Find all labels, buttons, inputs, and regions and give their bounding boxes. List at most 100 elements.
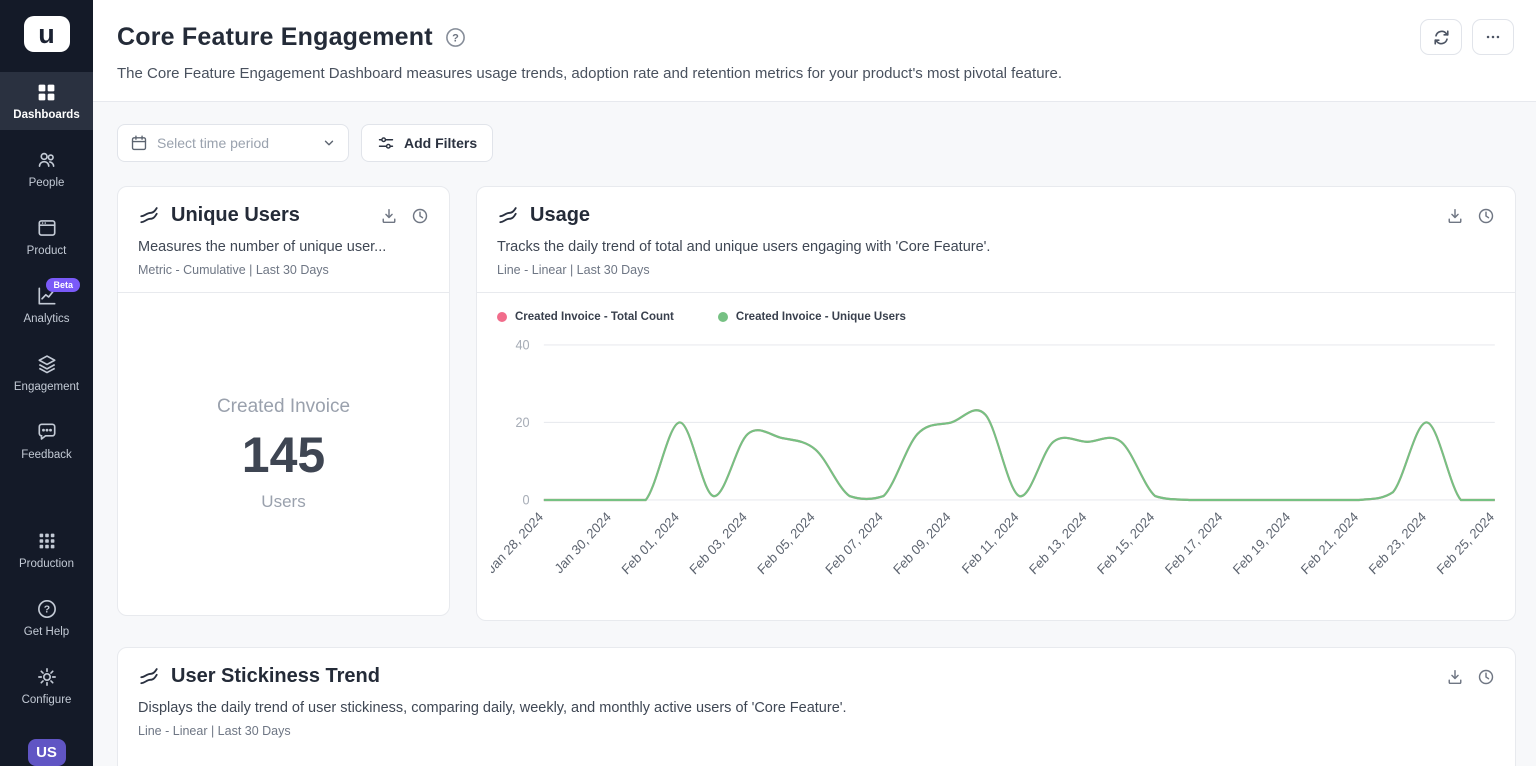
engagement-icon	[36, 352, 58, 376]
card-description: Tracks the daily trend of total and uniq…	[497, 239, 1495, 255]
svg-text:Feb 03, 2024: Feb 03, 2024	[687, 509, 750, 578]
sidebar-item-people[interactable]: People	[0, 140, 93, 198]
waves-chart-icon	[497, 205, 519, 227]
question-circle-icon: ?	[36, 597, 58, 621]
chart-legend: Created Invoice - Total Count Created In…	[491, 303, 1507, 325]
production-grid-icon	[37, 529, 57, 553]
svg-text:Feb 05, 2024: Feb 05, 2024	[755, 509, 818, 578]
legend-dot	[718, 312, 728, 322]
metric-value: 145	[242, 426, 325, 484]
card-description: Measures the number of unique user...	[138, 239, 429, 255]
sidebar-item-dashboards[interactable]: Dashboards	[0, 72, 93, 130]
card-title: Usage	[530, 204, 590, 227]
beta-badge: Beta	[46, 278, 80, 292]
svg-text:Feb 15, 2024: Feb 15, 2024	[1094, 509, 1157, 578]
download-icon[interactable]	[1446, 668, 1464, 686]
clock-icon[interactable]	[1477, 668, 1495, 686]
page-header: Core Feature Engagement ? The Core Featu…	[93, 0, 1536, 102]
filter-sliders-icon	[377, 134, 395, 152]
sidebar-item-label: People	[29, 177, 65, 189]
help-icon[interactable]: ?	[445, 27, 466, 48]
cards-row: Unique Users Measures the number of uni	[117, 186, 1516, 621]
download-icon[interactable]	[1446, 207, 1464, 225]
download-icon[interactable]	[380, 207, 398, 225]
sidebar-item-label: Get Help	[24, 626, 69, 638]
svg-text:Jan 30, 2024: Jan 30, 2024	[552, 509, 614, 577]
card-meta: Line - Linear | Last 30 Days	[138, 724, 1495, 738]
card-title: User Stickiness Trend	[171, 665, 380, 688]
gear-icon	[36, 665, 58, 689]
svg-text:Feb 19, 2024: Feb 19, 2024	[1230, 509, 1293, 578]
time-period-placeholder: Select time period	[157, 135, 269, 151]
sidebar-item-label: Analytics	[23, 313, 69, 325]
metric-box: Created Invoice 145 Users	[118, 293, 449, 615]
sidebar-item-label: Dashboards	[13, 109, 79, 121]
sidebar-item-label: Feedback	[21, 449, 72, 461]
svg-text:Feb 01, 2024: Feb 01, 2024	[619, 509, 682, 578]
svg-text:Feb 21, 2024: Feb 21, 2024	[1298, 509, 1361, 578]
svg-text:?: ?	[43, 605, 49, 616]
sidebar-item-get-help[interactable]: ? Get Help	[0, 589, 93, 647]
sidebar-item-configure[interactable]: Configure	[0, 657, 93, 715]
svg-text:Feb 11, 2024: Feb 11, 2024	[959, 509, 1021, 577]
svg-text:0: 0	[523, 492, 530, 508]
sidebar-item-label: Production	[19, 558, 74, 570]
sidebar-item-label: Product	[27, 245, 67, 257]
userpilot-logo[interactable]: u	[24, 16, 70, 52]
page-title: Core Feature Engagement	[117, 23, 433, 52]
unique-users-card: Unique Users Measures the number of uni	[117, 186, 450, 616]
people-icon	[36, 148, 58, 172]
clock-icon[interactable]	[1477, 207, 1495, 225]
sidebar-item-label: Configure	[22, 694, 72, 706]
app-root: u Dashboards People Product Beta Analyt	[0, 0, 1536, 766]
card-title: Unique Users	[171, 204, 300, 227]
dashboards-icon	[36, 80, 57, 104]
sidebar-item-analytics[interactable]: Beta Analytics	[0, 276, 93, 334]
calendar-icon	[130, 134, 148, 152]
svg-text:Feb 25, 2024: Feb 25, 2024	[1434, 509, 1497, 578]
svg-text:?: ?	[452, 32, 459, 44]
filter-toolbar: Select time period Add Filters	[117, 124, 1516, 162]
card-meta: Line - Linear | Last 30 Days	[497, 263, 1495, 277]
user-avatar[interactable]: US	[28, 739, 66, 766]
page-subtitle: The Core Feature Engagement Dashboard me…	[117, 65, 1514, 82]
legend-item-unique-users[interactable]: Created Invoice - Unique Users	[718, 311, 906, 323]
svg-text:40: 40	[515, 337, 529, 353]
product-icon	[36, 216, 58, 240]
waves-chart-icon	[138, 205, 160, 227]
sidebar-item-feedback[interactable]: Feedback	[0, 412, 93, 470]
card-description: Displays the daily trend of user stickin…	[138, 700, 1495, 716]
add-filters-label: Add Filters	[404, 135, 477, 151]
svg-text:20: 20	[515, 414, 529, 430]
more-options-button[interactable]	[1472, 19, 1514, 55]
svg-text:Jan 28, 2024: Jan 28, 2024	[491, 509, 546, 577]
main-area: Core Feature Engagement ? The Core Featu…	[93, 0, 1536, 766]
sidebar-item-production[interactable]: Production	[0, 521, 93, 579]
waves-chart-icon	[138, 666, 160, 688]
svg-text:Feb 09, 2024: Feb 09, 2024	[890, 509, 953, 578]
legend-item-total-count[interactable]: Created Invoice - Total Count	[497, 311, 674, 323]
card-meta: Metric - Cumulative | Last 30 Days	[138, 263, 429, 277]
time-period-select[interactable]: Select time period	[117, 124, 349, 162]
sidebar: u Dashboards People Product Beta Analyt	[0, 0, 93, 766]
legend-label: Created Invoice - Unique Users	[736, 311, 906, 323]
user-stickiness-card: User Stickiness Trend Displays the daily…	[117, 647, 1516, 766]
svg-text:Feb 23, 2024: Feb 23, 2024	[1366, 509, 1429, 578]
svg-text:Feb 13, 2024: Feb 13, 2024	[1026, 509, 1089, 578]
add-filters-button[interactable]: Add Filters	[361, 124, 493, 162]
svg-text:Feb 17, 2024: Feb 17, 2024	[1162, 509, 1225, 578]
feedback-icon	[36, 420, 58, 444]
usage-chart: Created Invoice - Total Count Created In…	[477, 293, 1515, 620]
sidebar-item-product[interactable]: Product	[0, 208, 93, 266]
legend-dot	[497, 312, 507, 322]
usage-line-chart: 0 20 40 Jan 28, 2024Jan 30, 2024Feb 01, 202…	[491, 325, 1507, 593]
sidebar-item-label: Engagement	[14, 381, 79, 393]
clock-icon[interactable]	[411, 207, 429, 225]
refresh-button[interactable]	[1420, 19, 1462, 55]
sidebar-item-engagement[interactable]: Engagement	[0, 344, 93, 402]
legend-label: Created Invoice - Total Count	[515, 311, 674, 323]
chevron-down-icon	[322, 136, 336, 150]
metric-label: Created Invoice	[217, 396, 350, 418]
dashboard-content: Select time period Add Filters	[93, 102, 1536, 766]
metric-unit: Users	[261, 492, 305, 512]
